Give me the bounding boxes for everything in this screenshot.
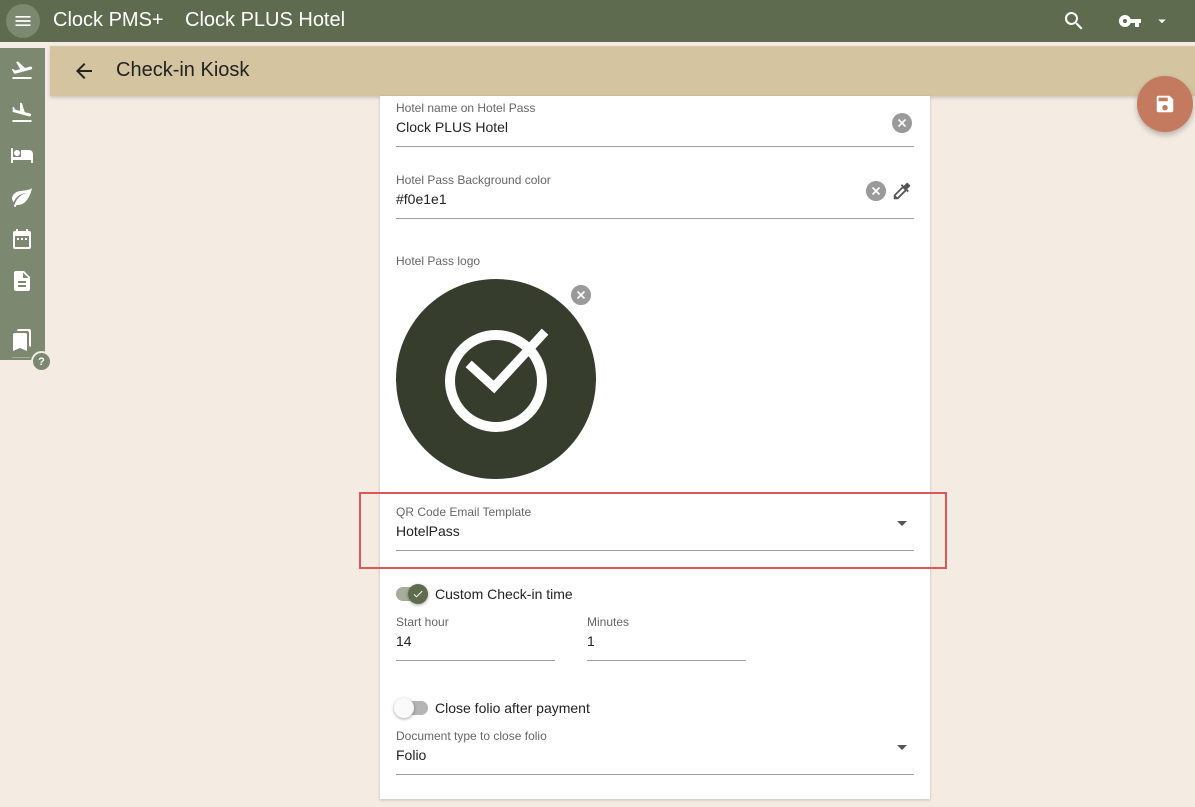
start-hour-label: Start hour — [396, 615, 449, 629]
nav-documents[interactable] — [10, 269, 34, 293]
nav-calendar[interactable] — [10, 227, 34, 251]
color-picker-icon[interactable] — [891, 180, 913, 202]
close-folio-label[interactable]: Close folio after payment — [435, 700, 590, 716]
toggle-thumb — [408, 584, 428, 604]
start-hour-value[interactable]: 14 — [396, 633, 412, 649]
close-icon — [871, 186, 881, 196]
hotel-pass-logo[interactable] — [396, 279, 596, 479]
background-color-field[interactable]: Hotel Pass Background color #f0e1e1 — [396, 172, 914, 219]
top-app-bar: Clock PMS+ Clock PLUS Hotel — [0, 0, 1195, 42]
document-icon — [14, 271, 30, 291]
nav-departures[interactable] — [10, 58, 34, 82]
caret-down-icon — [1158, 19, 1166, 24]
hotel-name-value[interactable]: Clock PLUS Hotel — [396, 119, 508, 135]
nav-bookmarks[interactable] — [10, 328, 34, 352]
nav-divider — [12, 357, 30, 358]
arrow-back-icon — [76, 63, 92, 79]
bed-icon — [11, 148, 33, 163]
page-header: Check-in Kiosk — [50, 46, 1195, 96]
leaf-icon — [12, 188, 32, 207]
close-icon — [576, 290, 586, 300]
calendar-icon — [13, 229, 31, 249]
nav-arrivals[interactable] — [10, 101, 34, 125]
bookmarks-icon — [13, 329, 31, 351]
app-name[interactable]: Clock PMS+ — [53, 9, 164, 32]
back-button[interactable] — [72, 59, 96, 83]
minutes-label: Minutes — [587, 615, 630, 629]
clear-background-color-button[interactable] — [866, 181, 886, 201]
help-button[interactable]: ? — [31, 351, 52, 372]
start-hour-field[interactable]: Start hour 14 — [396, 614, 555, 661]
arrivals-icon — [12, 102, 32, 122]
minutes-field[interactable]: Minutes 1 — [587, 614, 746, 661]
clock-check-logo-icon — [445, 328, 549, 432]
background-color-value[interactable]: #f0e1e1 — [396, 191, 447, 207]
dropdown-arrow-icon[interactable] — [897, 745, 907, 750]
logo-label: Hotel Pass logo — [396, 254, 481, 268]
side-navigation — [0, 48, 45, 360]
background-color-label: Hotel Pass Background color — [396, 173, 551, 187]
highlight-box — [359, 492, 947, 569]
page-title: Check-in Kiosk — [116, 59, 250, 81]
hotel-name-field[interactable]: Hotel name on Hotel Pass Clock PLUS Hote… — [396, 100, 914, 147]
settings-card: Hotel name on Hotel Pass Clock PLUS Hote… — [380, 96, 930, 799]
close-folio-toggle[interactable] — [394, 698, 428, 718]
document-type-value[interactable]: Folio — [396, 747, 426, 763]
clear-hotel-name-button[interactable] — [892, 113, 912, 133]
nav-rooms[interactable] — [10, 143, 34, 167]
save-button[interactable] — [1137, 76, 1193, 132]
user-key-menu[interactable] — [1117, 9, 1171, 33]
document-type-select[interactable]: Document type to close folio Folio — [396, 728, 914, 775]
check-icon — [413, 590, 423, 598]
toggle-thumb — [394, 698, 414, 718]
menu-icon — [15, 16, 31, 26]
remove-logo-button[interactable] — [569, 283, 593, 307]
hotel-name-label: Hotel name on Hotel Pass — [396, 101, 536, 115]
document-type-label: Document type to close folio — [396, 729, 547, 743]
hotel-name[interactable]: Clock PLUS Hotel — [185, 9, 345, 32]
departures-icon — [11, 61, 33, 79]
nav-spa[interactable] — [10, 185, 34, 209]
custom-checkin-label[interactable]: Custom Check-in time — [435, 586, 573, 602]
minutes-value[interactable]: 1 — [587, 633, 595, 649]
close-icon — [897, 118, 907, 128]
custom-checkin-toggle[interactable] — [396, 584, 428, 604]
save-icon — [1156, 95, 1174, 113]
search-button[interactable] — [1062, 9, 1086, 33]
search-icon — [1064, 12, 1083, 30]
menu-button[interactable] — [6, 4, 40, 38]
key-icon — [1118, 15, 1141, 27]
